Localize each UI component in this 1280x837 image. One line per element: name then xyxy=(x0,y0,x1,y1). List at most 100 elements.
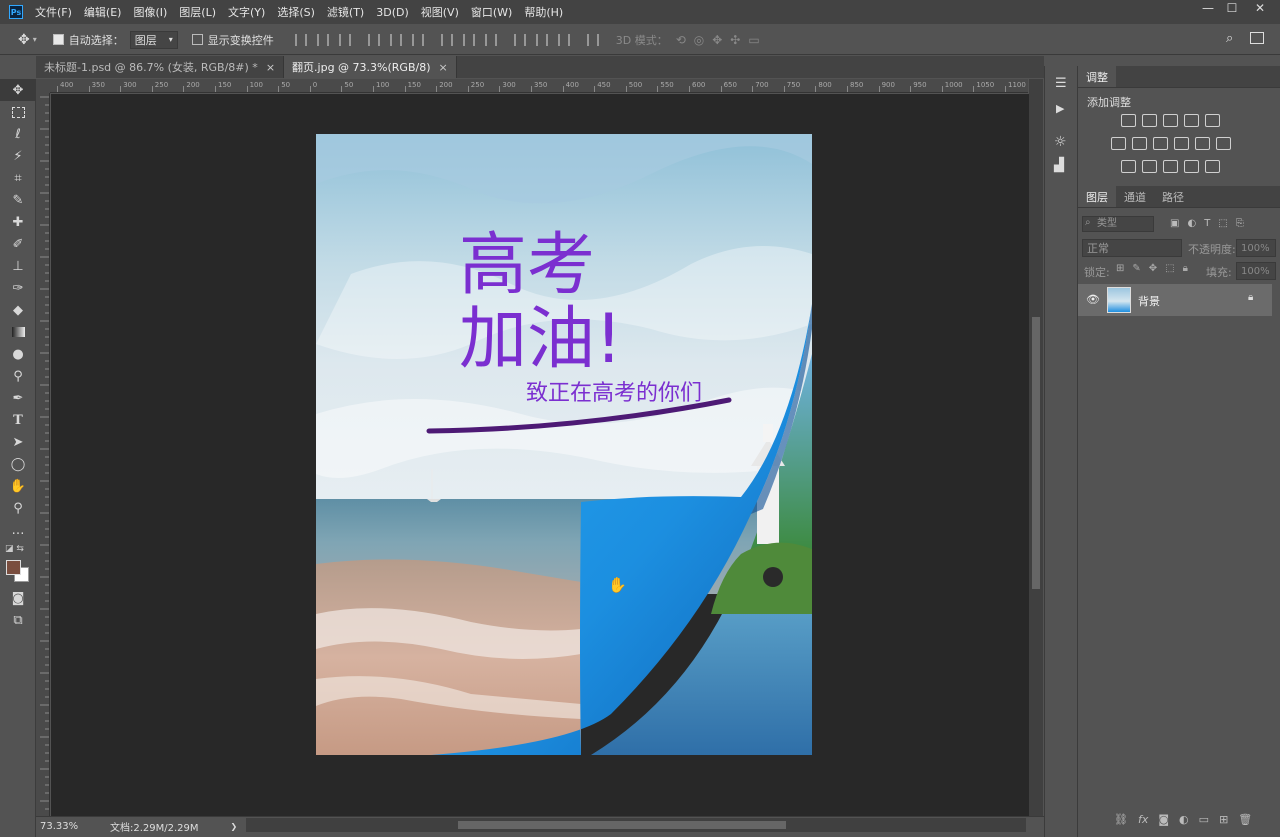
menu-edit[interactable]: 编辑(E) xyxy=(84,4,122,20)
eye-visibility-icon[interactable]: 👁︎ xyxy=(1086,293,1100,306)
delete-layer-icon[interactable]: 🗑︎ xyxy=(1238,813,1252,826)
quick-mask-icon[interactable]: ◙ xyxy=(0,587,36,609)
levels-icon[interactable]: ▟ xyxy=(1054,158,1064,173)
show-transform-checkbox[interactable] xyxy=(191,34,203,45)
brush-tool-icon[interactable]: ✐ xyxy=(0,233,36,255)
menu-help[interactable]: 帮助(H) xyxy=(524,4,563,20)
smart-object-filter-icon[interactable]: ⎘ xyxy=(1236,218,1244,229)
healing-brush-icon[interactable]: ✚ xyxy=(0,211,36,233)
distribute-vcenter-icon[interactable] xyxy=(462,33,475,46)
menu-file[interactable]: 文件(F) xyxy=(35,4,72,20)
dodge-tool-icon[interactable]: ⚲ xyxy=(0,365,36,387)
stamp-tool-icon[interactable]: ⊥ xyxy=(0,255,36,277)
path-select-icon[interactable]: ➤ xyxy=(0,431,36,453)
lock-paint-icon[interactable]: ✎ xyxy=(1132,263,1140,274)
menu-3d[interactable]: 3D(D) xyxy=(376,6,409,19)
eraser-icon[interactable]: ◆ xyxy=(0,299,36,321)
auto-select-checkbox[interactable] xyxy=(52,34,64,45)
align-top-icon[interactable] xyxy=(294,33,307,46)
selective-color-icon[interactable] xyxy=(1184,160,1199,173)
horizontal-scroll-thumb[interactable] xyxy=(458,821,786,829)
new-group-icon[interactable]: ▭ xyxy=(1199,813,1209,826)
zoom-tool-icon[interactable]: ⚲ xyxy=(0,497,36,519)
menu-window[interactable]: 窗口(W) xyxy=(471,4,512,20)
distribute-left-icon[interactable] xyxy=(513,33,526,46)
menu-filter[interactable]: 滤镜(T) xyxy=(327,4,364,20)
align-right-icon[interactable] xyxy=(411,33,424,46)
auto-select-dropdown[interactable]: 图层 ▾ xyxy=(129,30,178,49)
auto-align-icon[interactable] xyxy=(586,33,599,46)
new-layer-icon[interactable]: ⊞ xyxy=(1219,813,1228,826)
3d-tools-icon[interactable]: ⟲◎✥✣▭ xyxy=(676,33,768,47)
history-icon[interactable]: ☰ xyxy=(1055,76,1067,91)
align-vcenter-icon[interactable] xyxy=(316,33,329,46)
threshold-icon[interactable] xyxy=(1163,160,1178,173)
layer-filter-dropdown[interactable]: 类型 xyxy=(1082,216,1154,232)
lock-artboard-icon[interactable]: ⬚ xyxy=(1165,263,1174,274)
menu-select[interactable]: 选择(S) xyxy=(277,4,315,20)
eyedropper-icon[interactable]: ✎ xyxy=(0,189,36,211)
adjustment-filter-icon[interactable]: ◐ xyxy=(1187,218,1196,229)
menu-view[interactable]: 视图(V) xyxy=(421,4,459,20)
color-balance-icon[interactable] xyxy=(1132,137,1147,150)
status-menu-arrow-icon[interactable]: ❯ xyxy=(231,822,238,831)
minimize-button[interactable]: — xyxy=(1196,0,1220,18)
maximize-button[interactable]: ☐ xyxy=(1220,0,1244,18)
menu-layer[interactable]: 图层(L) xyxy=(179,4,216,20)
shape-filter-icon[interactable]: ⬚ xyxy=(1218,218,1227,229)
fill-input[interactable]: 100% xyxy=(1236,262,1276,280)
foreground-color-swatch[interactable] xyxy=(6,560,21,575)
swap-colors-icon[interactable]: ◪ ⇆ xyxy=(5,544,24,554)
lock-pixels-icon[interactable]: ⊞ xyxy=(1116,263,1124,274)
canvas-area[interactable]: 高考 加油! 致正在高考的你们 ✋ xyxy=(51,94,1029,816)
tab-channels[interactable]: 通道 xyxy=(1116,186,1154,207)
type-filter-icon[interactable]: T xyxy=(1204,218,1210,229)
lock-position-icon[interactable]: ✥ xyxy=(1149,263,1157,274)
gradient-map-icon[interactable] xyxy=(1205,160,1220,173)
align-left-icon[interactable] xyxy=(367,33,380,46)
black-white-icon[interactable] xyxy=(1153,137,1168,150)
magic-wand-icon[interactable]: ⚡ xyxy=(0,145,36,167)
brightness-icon[interactable]: ☼ xyxy=(1054,134,1067,150)
link-layers-icon[interactable]: ⛓ xyxy=(1114,813,1128,826)
tab-flip-jpg[interactable]: 翻页.jpg @ 73.3%(RGB/8) × xyxy=(284,56,457,78)
brightness-contrast-icon[interactable] xyxy=(1121,114,1136,127)
photo-filter-icon[interactable] xyxy=(1174,137,1189,150)
color-lookup-icon[interactable] xyxy=(1216,137,1231,150)
close-window-button[interactable]: ✕ xyxy=(1248,0,1272,18)
document-canvas[interactable]: 高考 加油! 致正在高考的你们 ✋ xyxy=(51,94,1029,816)
invert-icon[interactable] xyxy=(1121,160,1136,173)
type-tool-icon[interactable]: T xyxy=(0,409,36,431)
screen-mode-icon[interactable]: ⧉ xyxy=(0,609,36,631)
hand-tool-icon[interactable]: ✋ xyxy=(0,475,36,497)
distribute-right-icon[interactable] xyxy=(557,33,570,46)
gradient-icon[interactable] xyxy=(0,321,36,343)
workspace-icon[interactable] xyxy=(1250,32,1264,44)
lock-all-icon[interactable]: 🔒︎ xyxy=(1183,263,1188,274)
zoom-level[interactable]: 73.33% xyxy=(40,821,100,832)
levels-icon[interactable] xyxy=(1142,114,1157,127)
tab-untitled[interactable]: 未标题-1.psd @ 86.7% (女装, RGB/8#) * × xyxy=(36,56,285,78)
move-tool-icon[interactable]: ✥ xyxy=(0,79,36,101)
history-brush-icon[interactable]: ✑ xyxy=(0,277,36,299)
lasso-tool-icon[interactable]: ℓ xyxy=(0,123,36,145)
chevron-down-icon[interactable]: ▾ xyxy=(33,35,37,44)
distribute-bottom-icon[interactable] xyxy=(484,33,497,46)
opacity-input[interactable]: 100% xyxy=(1236,239,1276,257)
channel-mixer-icon[interactable] xyxy=(1195,137,1210,150)
layer-style-icon[interactable]: fx xyxy=(1138,813,1148,826)
vertical-scrollbar[interactable] xyxy=(1029,79,1043,816)
menu-type[interactable]: 文字(Y) xyxy=(228,4,265,20)
search-icon[interactable]: ⌕ xyxy=(1226,31,1233,46)
layer-row-background[interactable]: 👁︎ 背景 🔒︎ xyxy=(1078,284,1272,316)
distribute-hcenter-icon[interactable] xyxy=(535,33,548,46)
tab-layers[interactable]: 图层 xyxy=(1078,186,1116,207)
align-bottom-icon[interactable] xyxy=(338,33,351,46)
new-adjustment-icon[interactable]: ◐ xyxy=(1179,813,1189,826)
pixel-filter-icon[interactable]: ▣ xyxy=(1170,218,1179,229)
close-icon[interactable]: × xyxy=(266,61,275,74)
align-hcenter-icon[interactable] xyxy=(389,33,402,46)
move-tool-icon[interactable]: ✥ xyxy=(18,32,30,48)
posterize-icon[interactable] xyxy=(1142,160,1157,173)
tab-adjustments[interactable]: 调整 xyxy=(1078,66,1116,87)
